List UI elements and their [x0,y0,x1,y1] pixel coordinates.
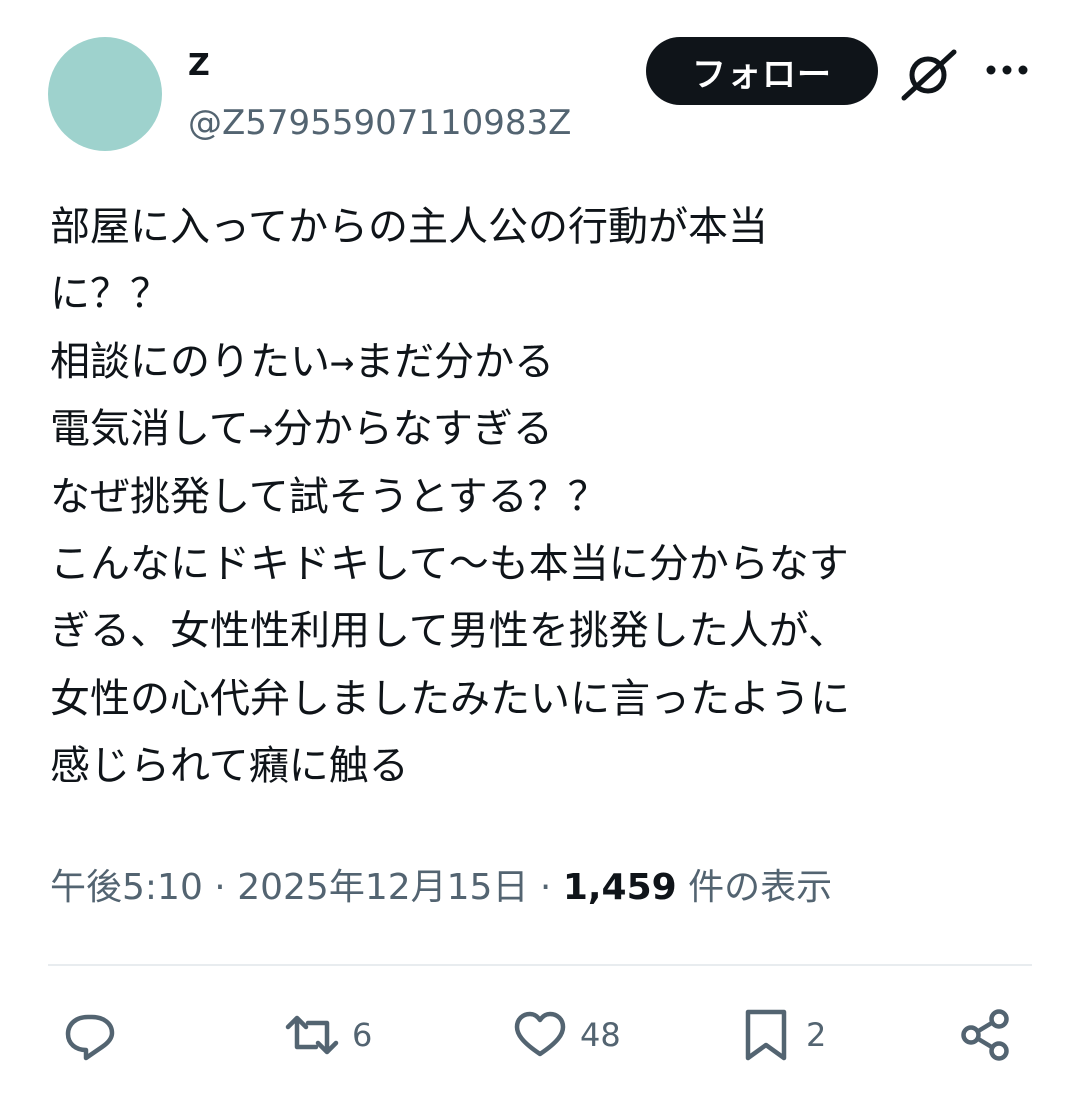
tweet-text: 部屋に入ってからの主人公の行動が本当 に？？ 相談にのりたい→まだ分かる 電気消… [50,194,1050,801]
tweet-meta: 午後5:10 · 2025年12月15日 · 1,459 件の表示 [50,864,832,912]
meta-separator: · [539,867,552,908]
retweet-button[interactable]: 6 [284,1006,372,1064]
tweet-line: 電気消して→分からなすぎる [50,406,553,453]
follow-button[interactable]: フォロー [646,37,878,105]
reply-button[interactable] [62,1006,118,1064]
tweet-line: 部屋に入ってからの主人公の行動が本当 [50,204,768,250]
retweet-count: 6 [352,1016,373,1054]
grok-icon[interactable] [898,46,960,104]
tweet-date[interactable]: 2025年12月15日 [237,867,528,908]
tweet-line: こんなにドキドキして〜も本当に分からなす [50,541,849,588]
avatar[interactable] [48,37,162,151]
like-count: 48 [580,1016,621,1054]
bookmark-count: 2 [806,1016,827,1054]
heart-icon [514,1011,566,1057]
tweet-line: 女性の心代弁しましたみたいに言ったように [50,675,850,722]
tweet-line: 相談にのりたい→まだ分かる [50,338,555,385]
reply-icon [65,1014,115,1061]
share-icon [961,1009,1009,1061]
bookmark-button[interactable]: 2 [738,1006,826,1064]
tweet-line: 感じられて癪に触る [50,743,409,790]
tweet-time[interactable]: 午後5:10 [50,867,203,908]
display-name[interactable]: Z [188,48,210,84]
tweet-line: ぎる、女性性利用して男性を挑発した人が、 [50,608,848,655]
meta-separator: · [214,867,226,908]
user-handle[interactable]: @Z57955907110983Z [188,102,571,144]
divider [48,964,1032,966]
retweet-icon [285,1015,339,1055]
views-label: 件の表示 [688,867,833,908]
views-count: 1,459 [562,867,677,908]
share-button[interactable] [958,1006,1014,1064]
tweet-line: に？？ [50,271,170,318]
like-button[interactable]: 48 [512,1006,621,1064]
bookmark-icon [745,1009,787,1061]
more-icon[interactable] [984,58,1030,82]
tweet-line: なぜ挑発して試そうとする？？ [50,473,608,520]
